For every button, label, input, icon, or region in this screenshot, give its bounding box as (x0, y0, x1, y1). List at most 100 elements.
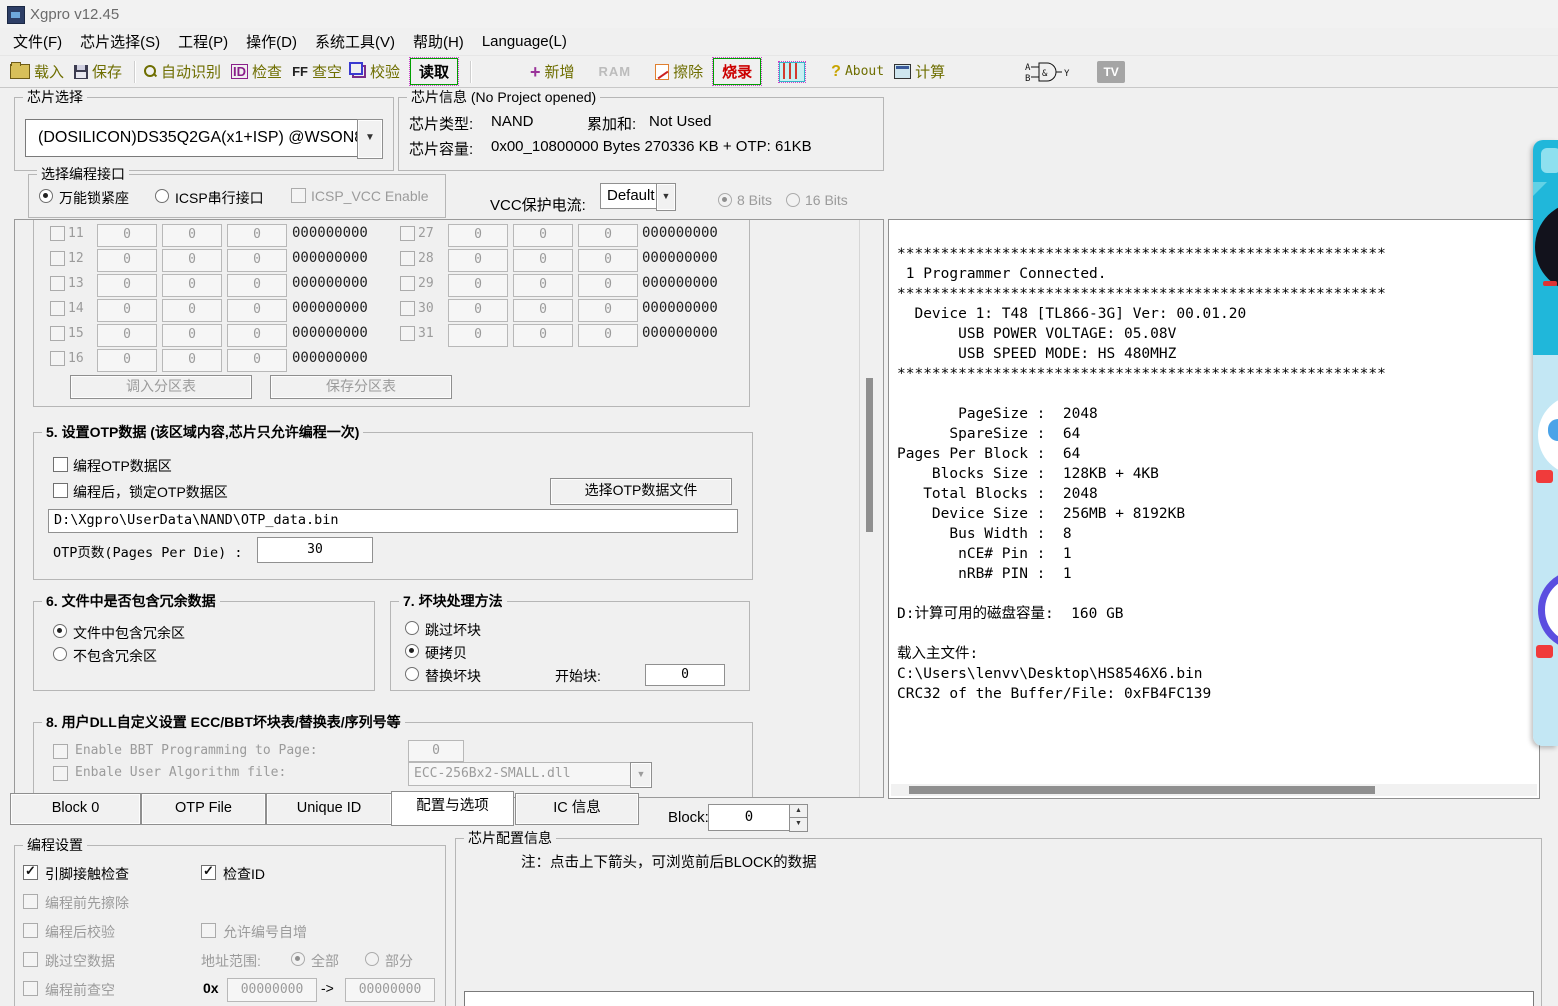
block-down-button[interactable]: ▼ (789, 817, 808, 832)
exclude-redundant-radio[interactable] (53, 647, 67, 661)
skip-bad-block-radio[interactable] (405, 621, 419, 635)
dock-button-icon[interactable] (1541, 148, 1558, 173)
chip-select-combobox[interactable]: (DOSILICON)DS35Q2GA(x1+ISP) @WSON8 (25, 119, 363, 157)
icsp-radio[interactable] (155, 189, 169, 203)
hex-prefix-label: 0x (203, 980, 219, 996)
menu-item-2[interactable]: 工程(P) (169, 28, 237, 55)
tab-4[interactable]: IC 信息 (515, 793, 639, 825)
checksum-label: 累加和: (587, 113, 636, 134)
tab-2[interactable]: Unique ID (266, 793, 392, 825)
app-icon (7, 6, 25, 24)
vertical-scrollbar-thumb[interactable] (866, 378, 873, 532)
menu-item-5[interactable]: 帮助(H) (404, 28, 473, 55)
erase-button[interactable]: 擦除 (655, 61, 703, 82)
menu-item-0[interactable]: 文件(F) (4, 28, 71, 55)
partition-row: 30 0 0 0 000000000 (15, 299, 883, 323)
blank-before-checkbox (23, 981, 38, 996)
chip-icon[interactable] (779, 62, 805, 82)
otp-file-path-input[interactable]: D:\Xgpro\UserData\NAND\OTP_data.bin (48, 509, 738, 533)
partition-field: 0 (513, 274, 573, 297)
chip-info-group: 芯片信息 (No Project opened) 芯片类型: NAND 累加和:… (398, 97, 884, 171)
pin-check-checkbox[interactable] (23, 865, 38, 880)
include-redundant-label: 文件中包含冗余区 (73, 623, 185, 643)
menu-item-4[interactable]: 系统工具(V) (306, 28, 404, 55)
partition-row: 16 0 0 0 000000000 (15, 349, 883, 373)
check-id-button[interactable]: ID 检查 (231, 61, 282, 82)
tab-0[interactable]: Block 0 (10, 793, 141, 825)
partition-field: 0 (448, 249, 508, 272)
addr-all-label: 全部 (311, 951, 339, 971)
include-redundant-radio[interactable] (53, 624, 67, 638)
title-bar: Xgpro v12.45 (0, 0, 1558, 28)
partition-row-checkbox (50, 351, 65, 366)
replace-bad-block-label: 替换坏块 (425, 666, 481, 686)
save-button[interactable]: 保存 (74, 61, 122, 82)
load-button[interactable]: 载入 (10, 61, 64, 82)
logic-gate-button[interactable]: A B & Y (1025, 60, 1071, 84)
partition-row-checkbox (400, 251, 415, 266)
skip-bad-block-label: 跳过坏块 (425, 620, 481, 640)
svg-text:A: A (1025, 63, 1031, 73)
partition-hex-value: 000000000 (292, 350, 368, 366)
blank-check-button[interactable]: FF 查空 (292, 61, 342, 82)
block-spinner-input[interactable]: 0 (708, 804, 790, 831)
bbt-checkbox (53, 744, 68, 759)
chip-select-dropdown-button[interactable]: ▼ (357, 119, 383, 159)
tab-3[interactable]: 配置与选项 (391, 791, 514, 826)
add-button[interactable]: + 新增 (530, 61, 575, 82)
vcc-dropdown-button[interactable]: ▼ (656, 183, 676, 211)
cloud-app-icon[interactable] (1538, 395, 1558, 475)
otp-lock-checkbox[interactable] (53, 483, 68, 498)
partition-field: 0 (162, 349, 222, 372)
avatar-icon[interactable] (1535, 202, 1558, 292)
xgpro-window: Xgpro v12.45 文件(F)芯片选择(S)工程(P)操作(D)系统工具(… (0, 0, 1558, 1006)
prog-settings-group: 编程设置 引脚接触检查 检查ID 编程前先擦除 编程后校验 允许编号自增 跳过空… (14, 845, 446, 1006)
magnifier-icon (144, 65, 157, 78)
read-button[interactable]: 读取 (410, 58, 458, 85)
partition-row-number: 27 (418, 226, 434, 241)
partition-field: 0 (513, 249, 573, 272)
otp-pages-input[interactable]: 30 (257, 537, 373, 563)
bits16-radio (786, 193, 800, 207)
tv-button[interactable]: TV (1097, 61, 1125, 83)
side-dock-header (1533, 140, 1558, 182)
partition-row: 31 0 0 0 000000000 (15, 324, 883, 348)
menu-item-6[interactable]: Language(L) (473, 30, 576, 53)
addr-all-radio (291, 952, 305, 966)
menu-item-3[interactable]: 操作(D) (237, 28, 306, 55)
skip-blank-checkbox (23, 952, 38, 967)
partition-row-number: 29 (418, 276, 434, 291)
addr-from-input: 00000000 (227, 978, 317, 1002)
check-id-checkbox[interactable] (201, 865, 216, 880)
choose-otp-file-button[interactable]: 选择OTP数据文件 (550, 478, 732, 505)
ring-app-icon[interactable] (1538, 570, 1558, 650)
hard-copy-label: 硬拷贝 (425, 643, 467, 663)
calc-button[interactable]: 计算 (894, 61, 945, 82)
tab-1[interactable]: OTP File (141, 793, 266, 825)
vertical-scrollbar[interactable] (859, 220, 882, 797)
console-scrollbar-thumb[interactable] (909, 786, 1375, 794)
partition-field: 0 (513, 299, 573, 322)
partition-row-checkbox (400, 301, 415, 316)
hard-copy-radio[interactable] (405, 644, 419, 658)
socket-radio[interactable] (39, 189, 53, 203)
settings-scroll-panel: 11 0 0 0 000000000 12 0 0 0 000000000 13… (14, 219, 884, 798)
otp-program-checkbox[interactable] (53, 457, 68, 472)
console-horizontal-scrollbar[interactable] (891, 784, 1537, 796)
verify-button[interactable]: 校验 (352, 61, 400, 82)
partition-row-number: 16 (68, 351, 84, 366)
start-block-input[interactable]: 0 (645, 664, 725, 686)
auto-detect-button[interactable]: 自动识别 (144, 61, 221, 82)
partition-hex-value: 000000000 (642, 275, 718, 291)
partition-field: 0 (448, 324, 508, 347)
about-button[interactable]: ? About (831, 63, 884, 81)
vcc-combobox[interactable]: Default (600, 183, 664, 209)
partition-field: 0 (448, 299, 508, 322)
side-dock-panel[interactable] (1533, 140, 1558, 746)
user-algo-label: Enbale User Algorithm file: (75, 765, 286, 780)
replace-bad-block-radio[interactable] (405, 667, 419, 681)
burn-button[interactable]: 烧录 (713, 58, 761, 85)
ram-icon: RAM (599, 64, 632, 79)
menu-item-1[interactable]: 芯片选择(S) (71, 28, 169, 55)
icsp-label: ICSP串行接口 (175, 188, 264, 208)
